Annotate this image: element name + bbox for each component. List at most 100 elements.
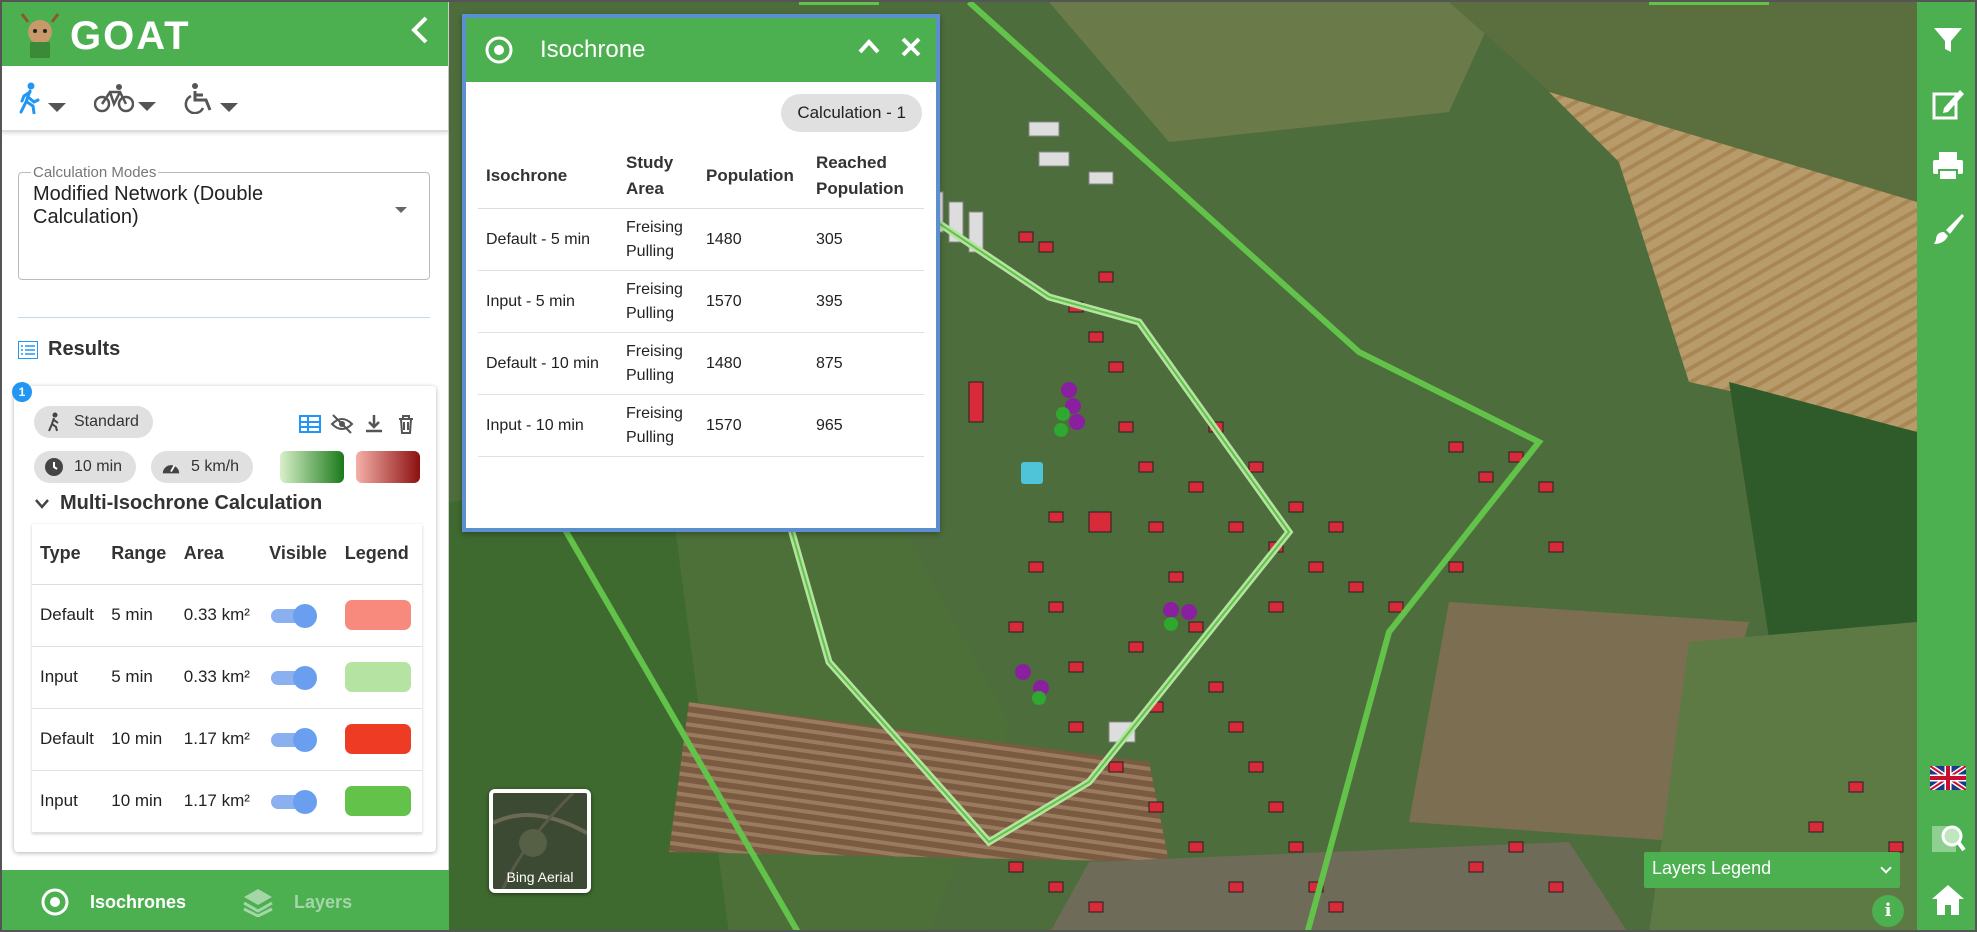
legend-swatch[interactable] xyxy=(344,662,411,692)
legend-cell xyxy=(336,708,422,771)
multi-isochrone-table: Type Range Area Visible Legend Default 5… xyxy=(32,524,422,833)
table-icon[interactable] xyxy=(298,412,322,436)
reached-population-cell: 305 xyxy=(808,208,924,271)
range-cell: 5 min xyxy=(103,584,176,647)
chevron-up-icon[interactable] xyxy=(854,32,884,62)
visible-cell xyxy=(261,584,337,647)
info-button[interactable]: i xyxy=(1872,895,1904,927)
isochrone-population-table: Isochrone Study Area Population Reached … xyxy=(478,144,924,457)
isochrone-cell: Default - 10 min xyxy=(478,332,618,395)
nav-layers[interactable]: Layers xyxy=(242,887,352,917)
speed-chip[interactable]: 5 km/h xyxy=(151,451,254,483)
area-cell: 1.17 km² xyxy=(175,708,262,771)
calculation-modes-select[interactable]: Calculation Modes Modified Network (Doub… xyxy=(18,164,430,280)
range-cell: 10 min xyxy=(103,770,176,833)
close-icon[interactable] xyxy=(896,32,926,62)
range-cell: 5 min xyxy=(103,646,176,709)
isochrone-cell: Default - 5 min xyxy=(478,208,618,271)
type-cell: Input xyxy=(32,770,104,833)
right-toolbar xyxy=(1917,2,1975,930)
population-cell: 1570 xyxy=(698,270,808,333)
multi-isochrone-toggle[interactable]: Multi-Isochrone Calculation xyxy=(34,492,322,515)
column-header: Legend xyxy=(336,524,422,585)
visibility-toggle[interactable] xyxy=(269,728,318,752)
mode-bicycle[interactable] xyxy=(94,83,156,113)
legend-cell xyxy=(336,646,422,709)
type-cell: Default xyxy=(32,584,104,647)
chevron-left-icon xyxy=(411,16,428,44)
visibility-toggle[interactable] xyxy=(269,666,318,690)
chevron-down-icon xyxy=(220,103,238,112)
column-header: Type xyxy=(32,524,104,585)
visible-cell xyxy=(261,770,337,833)
reached-population-cell: 875 xyxy=(808,332,924,395)
chevron-down-icon xyxy=(48,103,66,112)
input-color-ramp[interactable] xyxy=(280,451,344,483)
legend-swatch[interactable] xyxy=(344,786,411,816)
reached-population-cell: 395 xyxy=(808,270,924,333)
delete-icon[interactable] xyxy=(394,412,418,436)
download-icon[interactable] xyxy=(362,412,386,436)
table-row: Input 5 min 0.33 km² xyxy=(32,646,422,709)
home-icon[interactable] xyxy=(1930,882,1966,918)
uk-flag-icon[interactable] xyxy=(1928,760,1968,796)
divider xyxy=(18,317,430,318)
basemap-switcher[interactable]: Bing Aerial xyxy=(489,789,591,893)
legend-swatch[interactable] xyxy=(344,600,411,630)
chevron-down-icon xyxy=(395,207,407,213)
nav-layers-label: Layers xyxy=(294,891,353,912)
column-header: Study Area xyxy=(618,144,698,209)
time-label: 10 min xyxy=(74,458,123,475)
result-actions xyxy=(298,412,418,436)
routing-label: Standard xyxy=(74,413,139,430)
column-header: Reached Population xyxy=(808,144,924,209)
app-header: GOAT xyxy=(2,2,448,66)
visibility-off-icon[interactable] xyxy=(330,412,354,436)
table-row: Default - 10 min Freising Pulling 1480 8… xyxy=(478,332,924,395)
visible-cell xyxy=(261,708,337,771)
routing-chip[interactable]: Standard xyxy=(34,406,153,438)
speedometer-icon xyxy=(161,457,181,477)
print-icon[interactable] xyxy=(1930,148,1966,184)
layers-legend-select[interactable]: Layers Legend xyxy=(1644,852,1900,888)
column-header: Visible xyxy=(261,524,337,585)
brush-icon[interactable] xyxy=(1930,210,1966,246)
visibility-toggle[interactable] xyxy=(269,790,318,814)
visibility-toggle[interactable] xyxy=(269,604,318,628)
calculation-modes-value: Modified Network (Double Calculation) xyxy=(33,183,264,228)
time-chip[interactable]: 10 min xyxy=(34,451,137,483)
nav-isochrones[interactable]: Isochrones xyxy=(40,887,186,917)
table-row: Input - 10 min Freising Pulling 1570 965 xyxy=(478,394,924,457)
mode-walking[interactable] xyxy=(16,82,66,114)
legend-swatch[interactable] xyxy=(344,724,411,754)
result-number-badge: 1 xyxy=(12,382,32,402)
map-search-icon[interactable] xyxy=(1930,820,1966,856)
type-cell: Default xyxy=(32,708,104,771)
app-root: Bing Aerial Layers Legend i GOAT Calcula… xyxy=(0,0,1977,932)
edit-icon[interactable] xyxy=(1930,86,1966,122)
collapse-panel-button[interactable] xyxy=(408,14,432,54)
legend-cell xyxy=(336,770,422,833)
results-header: Results xyxy=(18,338,120,361)
default-color-ramp[interactable] xyxy=(356,451,420,483)
left-panel: GOAT Calculation Modes Modified Network … xyxy=(2,2,449,930)
table-row: Default 5 min 0.33 km² xyxy=(32,584,422,647)
reached-population-cell: 965 xyxy=(808,394,924,457)
mode-wheelchair[interactable] xyxy=(184,82,238,114)
chevron-down-icon xyxy=(35,498,49,509)
isochrone-popup-title: Isochrone xyxy=(540,36,646,63)
range-cell: 10 min xyxy=(103,708,176,771)
basemap-label: Bing Aerial xyxy=(506,869,574,885)
multi-isochrone-title: Multi-Isochrone Calculation xyxy=(60,492,323,514)
walk-icon xyxy=(44,412,64,432)
filter-icon[interactable] xyxy=(1930,22,1966,58)
isochrone-popup-header: Isochrone xyxy=(466,18,936,82)
legend-cell xyxy=(336,584,422,647)
list-icon xyxy=(18,340,38,359)
layers-icon xyxy=(243,889,273,917)
column-header: Area xyxy=(175,524,262,585)
calculation-chip[interactable]: Calculation - 1 xyxy=(781,94,922,132)
nav-isochrones-label: Isochrones xyxy=(90,891,187,912)
layers-legend-label: Layers Legend xyxy=(1652,858,1772,878)
popup-actions xyxy=(854,32,926,62)
